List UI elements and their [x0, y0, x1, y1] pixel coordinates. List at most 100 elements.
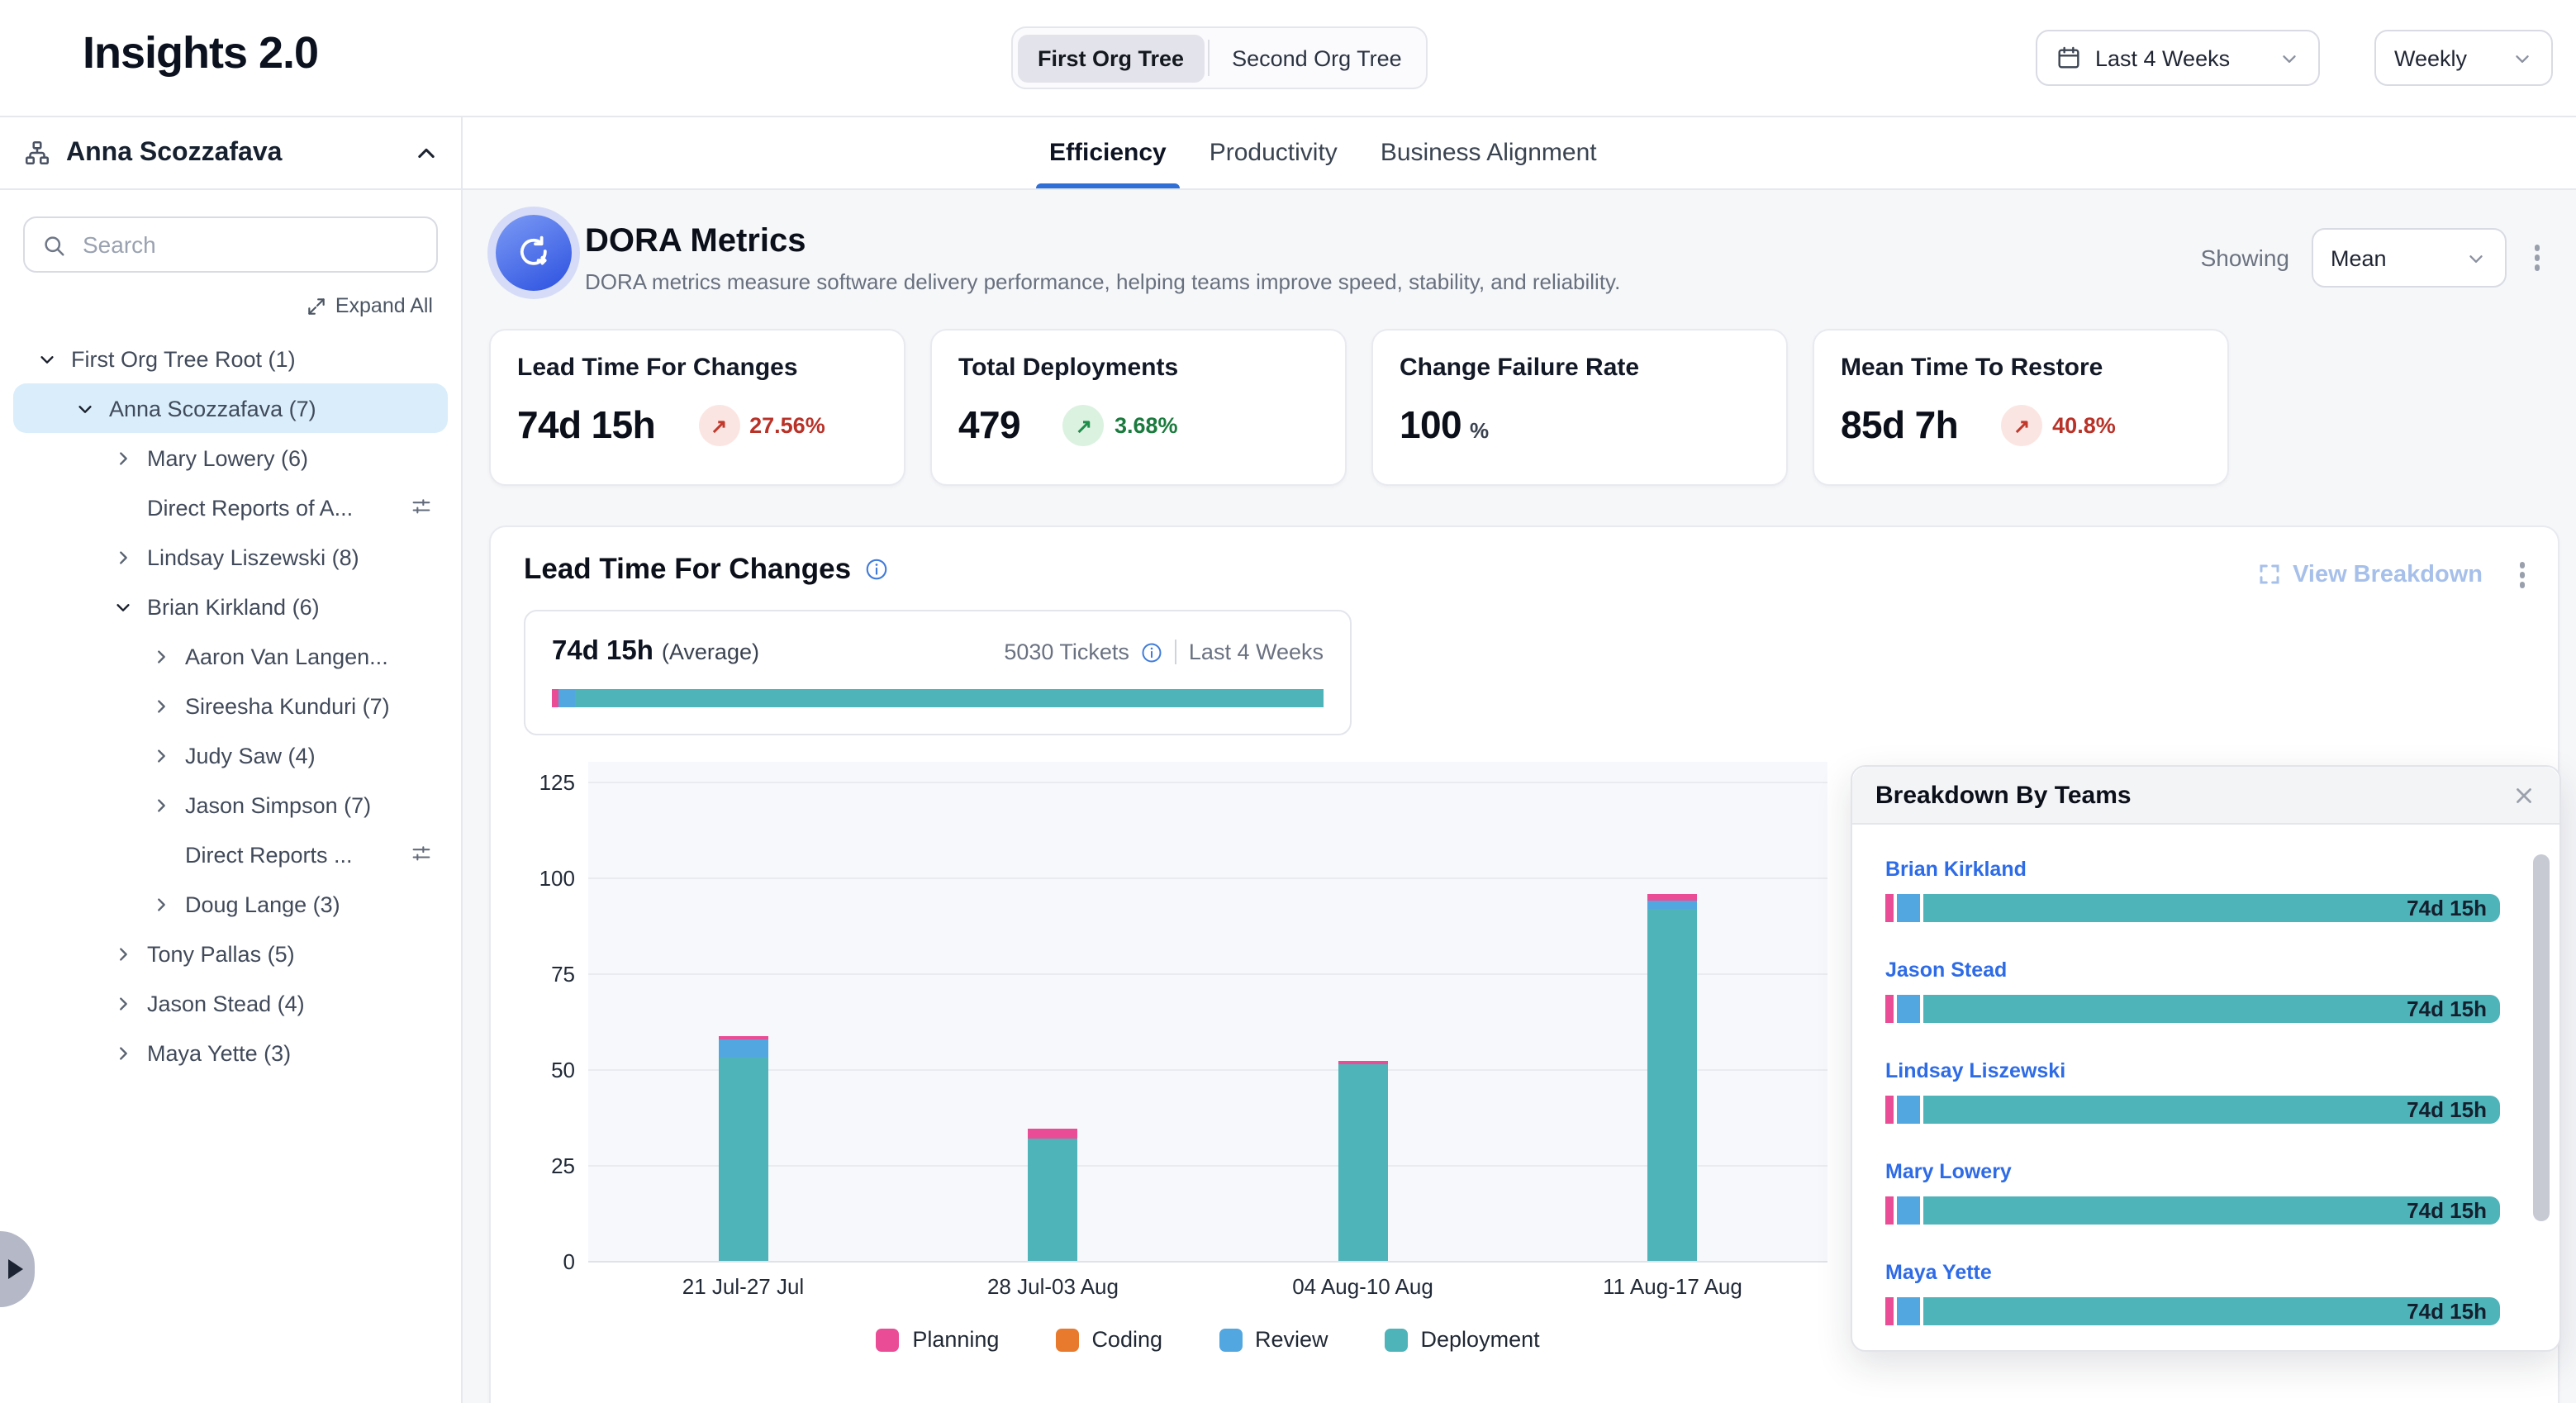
tree-item[interactable]: Sireesha Kunduri (7): [13, 681, 448, 730]
sidebar: Anna Scozzafava Expand All First Org Tre…: [0, 117, 463, 1403]
chevron-right-icon[interactable]: [109, 449, 137, 467]
filter-icon[interactable]: [410, 496, 433, 519]
tree-item[interactable]: Tony Pallas (5): [13, 929, 448, 978]
expand-all-button[interactable]: Expand All: [306, 294, 433, 317]
bar-segment-review: [1648, 901, 1698, 910]
breakdown-team-link[interactable]: Jason Stead: [1885, 958, 2007, 982]
tree-item[interactable]: Doug Lange (3): [13, 879, 448, 929]
metric-value: 74d 15h: [517, 403, 655, 448]
chevron-down-icon[interactable]: [109, 597, 137, 616]
avg-bar-segment-planning: [552, 689, 558, 707]
legend-swatch: [1055, 1328, 1078, 1351]
section-title: Lead Time For Changes: [524, 552, 851, 587]
legend-item-planning[interactable]: Planning: [876, 1327, 999, 1352]
tree-item[interactable]: Judy Saw (4): [13, 730, 448, 780]
tab-productivity[interactable]: Productivity: [1210, 117, 1338, 188]
legend-item-coding[interactable]: Coding: [1055, 1327, 1162, 1352]
chevron-down-icon[interactable]: [71, 399, 99, 417]
org-tree-tab[interactable]: First Org Tree: [1018, 34, 1204, 82]
chevron-right-icon[interactable]: [147, 895, 175, 913]
filter-icon[interactable]: [410, 843, 433, 866]
tree-item[interactable]: Lindsay Liszewski (8): [13, 532, 448, 582]
tree-item[interactable]: Direct Reports of A...: [13, 483, 448, 532]
tree-item[interactable]: Aaron Van Langen...: [13, 631, 448, 681]
search-box[interactable]: [23, 216, 438, 273]
stacked-bar: [1648, 894, 1698, 1261]
tickets-count: 5030 Tickets: [1004, 640, 1129, 664]
sidebar-header: Anna Scozzafava: [0, 117, 461, 190]
metric-card: Lead Time For Changes74d 15h↗27.56%: [489, 329, 905, 486]
bar-segment-deployment: 74d 15h: [1923, 995, 2500, 1023]
bar-segment-review: [1897, 894, 1920, 922]
tree-item[interactable]: Anna Scozzafava (7): [13, 383, 448, 433]
tree-item[interactable]: Mary Lowery (6): [13, 433, 448, 483]
chevron-right-icon[interactable]: [147, 746, 175, 764]
chart-x-axis: 21 Jul-27 Jul28 Jul-03 Aug04 Aug-10 Aug1…: [588, 1274, 1827, 1304]
legend-item-review[interactable]: Review: [1219, 1327, 1328, 1352]
chevron-down-icon: [2464, 247, 2486, 269]
tree-item[interactable]: Direct Reports ...: [13, 830, 448, 879]
tab-efficiency[interactable]: Efficiency: [1049, 117, 1167, 188]
bar-segment-deployment: 74d 15h: [1923, 1096, 2500, 1124]
tree-item[interactable]: Jason Simpson (7): [13, 780, 448, 830]
bar-segment-review: [1897, 1196, 1920, 1225]
kebab-menu-icon[interactable]: [2527, 239, 2546, 278]
trend-delta: 40.8%: [2052, 413, 2116, 438]
tree-item[interactable]: Brian Kirkland (6): [13, 582, 448, 631]
chevron-up-icon[interactable]: [415, 141, 438, 164]
view-breakdown-button[interactable]: View Breakdown: [2256, 562, 2483, 588]
stacked-bar: [719, 1036, 768, 1261]
y-tick-label: 75: [491, 961, 575, 987]
legend-item-deployment[interactable]: Deployment: [1385, 1327, 1540, 1352]
expand-arrows-icon: [306, 295, 327, 316]
top-bar: Insights 2.0 First Org TreeSecond Org Tr…: [0, 0, 2576, 117]
chevron-right-icon[interactable]: [109, 994, 137, 1012]
tree-item[interactable]: First Org Tree Root (1): [13, 334, 448, 383]
tab-business-alignment[interactable]: Business Alignment: [1381, 117, 1597, 188]
org-tree-tab[interactable]: Second Org Tree: [1212, 34, 1422, 82]
breakdown-team-link[interactable]: Brian Kirkland: [1885, 858, 2027, 881]
metric-value-row: 85d 7h↗40.8%: [1841, 403, 2201, 448]
section-title-row: Lead Time For Changes: [524, 552, 889, 587]
showing-select[interactable]: Mean: [2311, 228, 2506, 288]
chevron-down-icon[interactable]: [33, 350, 61, 368]
search-input[interactable]: [79, 230, 420, 259]
metric-value: 85d 7h: [1841, 403, 1958, 448]
bar-segment-review: [1897, 1297, 1920, 1325]
info-icon[interactable]: [864, 557, 889, 582]
bar-segment-deployment: 74d 15h: [1923, 1196, 2500, 1225]
breakdown-team-link[interactable]: Maya Yette: [1885, 1261, 1992, 1284]
chevron-right-icon[interactable]: [147, 647, 175, 665]
trend-up-arrow-icon: ↗: [698, 405, 739, 446]
x-tick-label: 21 Jul-27 Jul: [611, 1274, 876, 1299]
info-icon[interactable]: [1141, 640, 1164, 663]
chevron-right-icon[interactable]: [109, 1044, 137, 1062]
tree-item[interactable]: Maya Yette (3): [13, 1028, 448, 1077]
y-tick-label: 25: [491, 1153, 575, 1180]
chart-legend: Planning Coding Review Deployment: [588, 1327, 1827, 1352]
chevron-down-icon: [2512, 47, 2533, 69]
chevron-right-icon[interactable]: [109, 548, 137, 566]
tree-item-label: Aaron Van Langen...: [185, 644, 388, 668]
close-icon[interactable]: [2512, 782, 2536, 807]
chevron-right-icon[interactable]: [147, 796, 175, 814]
breakdown-team-link[interactable]: Lindsay Liszewski: [1885, 1059, 2065, 1082]
breakdown-team-link[interactable]: Mary Lowery: [1885, 1160, 2012, 1183]
chevron-down-icon: [2279, 47, 2300, 69]
period-select[interactable]: Last 4 Weeks: [2036, 30, 2320, 86]
chevron-right-icon[interactable]: [147, 697, 175, 715]
chevron-right-icon[interactable]: [109, 944, 137, 963]
main-content: DORA Metrics DORA metrics measure softwa…: [463, 190, 2576, 1330]
gridline: [588, 1069, 1827, 1071]
metric-title: Change Failure Rate: [1400, 354, 1760, 382]
sidebar-user-name: Anna Scozzafava: [66, 138, 282, 168]
metric-cards-row: Lead Time For Changes74d 15h↗27.56%Total…: [489, 329, 2229, 486]
bar-segment-deployment: 74d 15h: [1923, 894, 2500, 922]
scrollbar-thumb[interactable]: [2533, 854, 2550, 1221]
granularity-select[interactable]: Weekly: [2374, 30, 2553, 86]
kebab-menu-icon[interactable]: [2512, 555, 2531, 594]
breakdown-panel: Breakdown By Teams Brian Kirkland74d 15h…: [1851, 765, 2561, 1352]
bar-segment-planning: [1885, 1196, 1894, 1225]
tree-item[interactable]: Jason Stead (4): [13, 978, 448, 1028]
bar-segment-deployment: [1029, 1138, 1078, 1261]
